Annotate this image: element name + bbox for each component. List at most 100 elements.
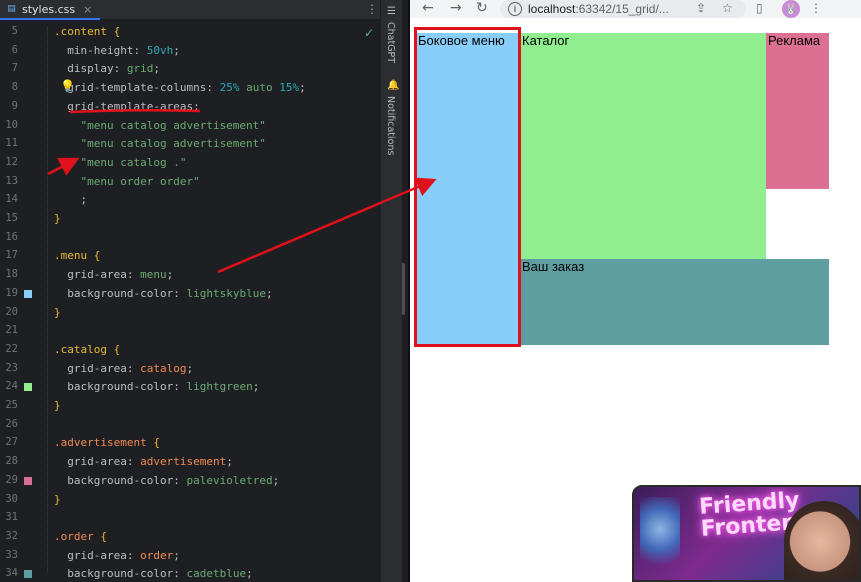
line-number: 28 — [5, 455, 18, 468]
code-line[interactable]: grid-area: catalog; — [54, 360, 193, 379]
code-line[interactable]: background-color: palevioletred; — [54, 472, 279, 491]
code-token: ; — [173, 43, 180, 57]
code-line[interactable]: .content { — [54, 23, 120, 42]
more-tabs-icon[interactable]: ⋮ — [366, 2, 378, 16]
code-token: : — [126, 361, 141, 375]
code-line[interactable]: ; — [54, 191, 87, 210]
chatgpt-tool-label[interactable]: ChatGPT — [385, 22, 396, 63]
site-info-icon[interactable]: i — [508, 2, 522, 16]
tab-filename: styles.css — [22, 2, 76, 16]
line-number: 12 — [5, 155, 18, 168]
code-token: : — [173, 567, 187, 581]
side-panel-icon[interactable]: ▯ — [756, 1, 763, 15]
extension-avatar-icon[interactable]: 🐰 — [782, 0, 800, 18]
code-token: ; — [252, 380, 260, 394]
code-token: : — [173, 286, 187, 300]
code-token: lightskyblue — [186, 286, 266, 300]
code-token: .menu — [54, 249, 88, 263]
code-line[interactable]: background-color: lightskyblue; — [54, 285, 272, 304]
share-icon[interactable]: ⇪ — [696, 1, 706, 15]
code-line[interactable]: grid-template-areas: — [54, 98, 200, 117]
code-token: ; — [54, 193, 88, 207]
code-token: ; — [246, 567, 253, 581]
line-number: 5 — [11, 25, 18, 37]
browser-menu-icon[interactable]: ⋮ — [810, 1, 822, 15]
line-number: 11 — [5, 137, 18, 150]
code-token: : — [126, 455, 141, 469]
color-swatch[interactable] — [24, 476, 32, 485]
code-line[interactable]: background-color: lightgreen; — [54, 378, 259, 397]
code-line[interactable]: } — [54, 397, 61, 416]
code-line[interactable]: } — [54, 304, 61, 323]
code-token: background-color — [54, 380, 174, 394]
address-bar[interactable]: i localhost :63342/15_grid/... — [500, 0, 746, 18]
code-token: min-height — [54, 43, 134, 57]
code-line[interactable]: display: grid; — [54, 60, 160, 79]
code-line[interactable]: "menu order order" — [54, 173, 199, 192]
code-token: palevioletred — [186, 473, 273, 487]
code-token: ; — [272, 473, 280, 487]
line-number: 17 — [5, 249, 18, 262]
line-number: 21 — [5, 324, 18, 337]
reload-icon[interactable]: ↻ — [476, 0, 488, 17]
color-swatch[interactable] — [24, 570, 32, 579]
line-number: 19 — [5, 286, 18, 299]
code-line[interactable]: .menu { — [54, 247, 100, 266]
code-line[interactable]: background-color: cadetblue; — [54, 565, 253, 582]
code-token: menu — [140, 268, 167, 282]
color-swatch[interactable] — [24, 383, 32, 392]
code-line[interactable]: grid-area: menu; — [54, 266, 173, 285]
code-line[interactable]: "menu catalog advertisement" — [54, 135, 265, 154]
code-token: .advertisement — [54, 436, 147, 450]
browser-toolbar: ← → ↻ i localhost :63342/15_grid/... ⇪ ☆… — [410, 0, 861, 18]
bookmark-star-icon[interactable]: ☆ — [722, 1, 733, 15]
line-number: 10 — [5, 118, 18, 131]
intention-bulb-icon[interactable]: 💡 — [60, 79, 75, 93]
forward-icon[interactable]: → — [450, 0, 462, 17]
code-token: background-color — [54, 473, 174, 487]
notifications-tool-label[interactable]: Notifications — [385, 96, 396, 155]
code-token: : — [193, 99, 200, 113]
code-token: { — [153, 436, 160, 450]
chatgpt-icon[interactable]: ☰ — [387, 6, 396, 17]
code-token: ; — [226, 455, 233, 469]
code-token: : — [206, 81, 220, 95]
tab-styles-css[interactable]: ▤ styles.css × — [0, 0, 100, 20]
menu-highlight-outline — [414, 27, 521, 347]
code-token: background-color — [54, 567, 174, 581]
code-token: ; — [166, 268, 174, 282]
code-token: : — [133, 43, 147, 57]
code-token: } — [54, 305, 61, 319]
code-line[interactable]: "menu catalog advertisement" — [54, 117, 265, 136]
code-token: } — [54, 492, 61, 506]
line-number: 32 — [5, 529, 18, 542]
code-token: advertisement — [140, 455, 227, 469]
code-area[interactable]: .content { min-height: 50vh; display: gr… — [54, 20, 374, 582]
line-number: 7 — [11, 62, 18, 75]
code-line[interactable]: .advertisement { — [54, 434, 160, 453]
code-line[interactable]: grid-area: order; — [54, 547, 180, 566]
code-line[interactable]: "menu catalog ." — [54, 154, 186, 173]
color-swatch[interactable] — [24, 289, 32, 298]
code-line[interactable]: } — [54, 210, 61, 229]
line-number: 33 — [5, 548, 18, 561]
code-line[interactable]: } — [54, 491, 61, 510]
code-line[interactable]: min-height: 50vh; — [54, 42, 180, 61]
code-line[interactable]: .order { — [54, 528, 107, 547]
close-tab-icon[interactable]: × — [83, 3, 92, 16]
code-token: .catalog — [54, 342, 107, 356]
grid-cell-advertisement: Реклама — [766, 33, 829, 189]
code-token: grid-template-areas — [54, 99, 194, 113]
code-token: { — [113, 25, 121, 38]
grid-cell-catalog: Каталог — [520, 33, 766, 259]
code-token: .order — [54, 529, 94, 543]
code-line[interactable]: grid-area: advertisement; — [54, 453, 233, 472]
code-line[interactable]: .catalog { — [54, 341, 120, 360]
line-number: 22 — [5, 342, 18, 355]
code-token: .content — [54, 25, 107, 38]
no-problems-check-icon[interactable]: ✓ — [364, 26, 374, 40]
back-icon[interactable]: ← — [422, 0, 434, 17]
code-line[interactable]: grid-template-columns: 25% auto 15%; — [54, 79, 305, 98]
bell-icon[interactable]: 🔔 — [387, 80, 399, 91]
